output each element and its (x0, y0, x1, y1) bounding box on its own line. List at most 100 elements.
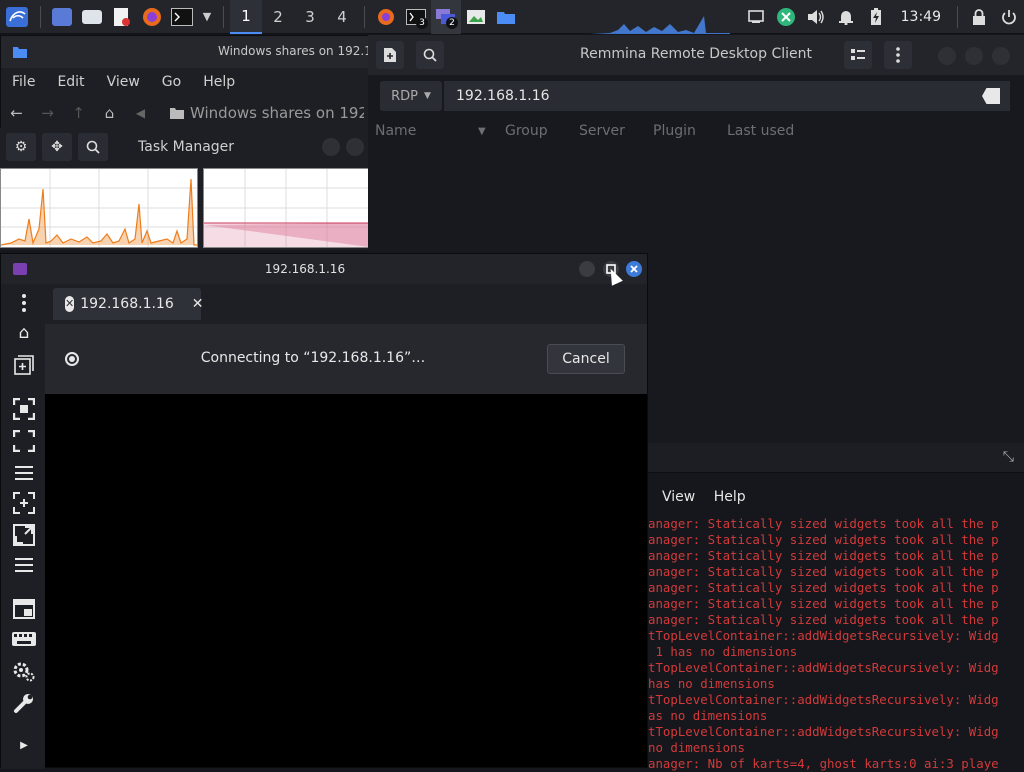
terminal-titlebar[interactable]: ⤡ (648, 443, 1024, 473)
log-line: anager: Statically sized widgets took al… (648, 564, 999, 579)
minimize-button[interactable] (938, 47, 956, 65)
connection-tab[interactable]: ✕ 192.168.1.16 ✕ (53, 288, 204, 320)
firefox-icon[interactable] (137, 0, 167, 34)
back-arrow-icon[interactable]: ← (1, 104, 32, 122)
minimize-button[interactable] (579, 261, 595, 277)
log-line: tTopLevelContainer::addWidgetsRecursivel… (648, 628, 999, 643)
cancel-button[interactable]: Cancel (547, 344, 625, 374)
connection-tab-strip: ✕ 192.168.1.16 ✕ (45, 284, 647, 324)
terminal-window-icon[interactable]: 3 (401, 0, 431, 34)
chevron-right-icon[interactable]: ▶ (11, 732, 37, 758)
kali-menu-icon[interactable] (0, 0, 34, 34)
new-tab-icon[interactable] (11, 352, 37, 378)
notifications-bell-icon[interactable] (831, 0, 861, 34)
remote-desktop-viewport[interactable] (45, 394, 647, 767)
firefox-window-icon[interactable] (371, 0, 401, 34)
column-plugin[interactable]: Plugin (653, 123, 696, 139)
menu-help[interactable]: Help (192, 74, 246, 90)
sort-chevron-icon[interactable]: ▼ (478, 126, 486, 137)
screen-icon[interactable] (741, 0, 771, 34)
column-group[interactable]: Group (505, 123, 548, 139)
menu-help[interactable]: Help (714, 489, 746, 505)
workspace-3[interactable]: 3 (294, 0, 326, 34)
up-arrow-icon[interactable]: ↑ (63, 104, 94, 122)
volume-icon[interactable] (801, 0, 831, 34)
file-manager-window: Windows shares on 192.168.1.16 File Edit… (0, 35, 418, 130)
menu-file[interactable]: File (1, 74, 46, 90)
main-menu-icon[interactable] (884, 41, 912, 69)
terminal-icon[interactable] (167, 0, 197, 34)
preferences-gears-icon[interactable] (11, 658, 37, 684)
log-line: 1 has no dimensions (648, 644, 798, 659)
task-manager-titlebar[interactable]: ⚙ ✥ Task Manager (0, 128, 370, 166)
folder-window-icon[interactable] (491, 0, 521, 34)
lock-icon[interactable] (964, 0, 994, 34)
chevron-down-icon[interactable]: ▼ (197, 0, 217, 34)
menu-dots-icon[interactable] (11, 290, 37, 316)
move-crosshair-icon[interactable]: ✥ (42, 133, 72, 161)
chevron-left-icon[interactable]: ◀ (125, 106, 156, 120)
column-name[interactable]: Name (375, 123, 416, 139)
log-line: has no dimensions (648, 676, 775, 691)
home-icon[interactable]: ⌂ (11, 320, 37, 346)
restore-arrows-icon[interactable]: ⤡ (1003, 449, 1014, 465)
task-manager-title: Task Manager (138, 139, 235, 155)
workspace-2[interactable]: 2 (262, 0, 294, 34)
menu-view[interactable]: View (662, 489, 695, 505)
clock[interactable]: 13:49 (891, 9, 951, 25)
forward-arrow-icon[interactable]: → (32, 104, 63, 122)
tab-label: 192.168.1.16 (80, 296, 174, 312)
menu-view[interactable]: View (96, 74, 151, 90)
files-icon[interactable] (77, 0, 107, 34)
network-manager-icon[interactable] (771, 0, 801, 34)
close-button[interactable] (992, 47, 1010, 65)
text-editor-icon[interactable] (107, 0, 137, 34)
fullscreen-icon[interactable] (11, 428, 37, 454)
server-address-value: 192.168.1.16 (456, 88, 550, 104)
log-line: anager: Statically sized widgets took al… (648, 548, 999, 563)
gear-icon[interactable]: ⚙ (6, 133, 36, 161)
dynamic-resolution-icon[interactable] (11, 490, 37, 516)
battery-charging-icon[interactable] (861, 0, 891, 34)
column-last-used[interactable]: Last used (727, 123, 794, 139)
view-list-icon[interactable] (844, 41, 872, 69)
power-icon[interactable] (994, 0, 1024, 34)
log-line: anager: Statically sized widgets took al… (648, 532, 999, 547)
menu-go[interactable]: Go (151, 74, 192, 90)
menu-lines-icon[interactable] (11, 552, 37, 578)
location-bar[interactable]: Windows shares on 192.168.1.16 (164, 100, 364, 126)
clear-text-icon[interactable] (982, 88, 1000, 104)
workspace-4[interactable]: 4 (326, 0, 358, 34)
close-button[interactable] (626, 261, 642, 277)
close-tab-icon[interactable]: ✕ (192, 296, 204, 312)
workspace-1[interactable]: 1 (230, 0, 262, 34)
terminal-menubar: View Help (662, 489, 760, 505)
scaled-mode-icon[interactable] (11, 522, 37, 548)
fit-window-icon[interactable] (11, 396, 37, 422)
protocol-select[interactable]: RDP ▼ (380, 81, 442, 111)
keyboard-icon[interactable] (11, 626, 37, 652)
multi-monitor-icon[interactable] (11, 596, 37, 622)
file-manager-navbar: ← → ↑ ⌂ ◀ Windows shares on 192.168.1.16 (1, 98, 373, 128)
maximize-button[interactable] (346, 138, 364, 156)
connection-titlebar[interactable]: 192.168.1.16 (1, 254, 647, 284)
terminal-log-output[interactable]: anager: Statically sized widgets took al… (648, 516, 1024, 772)
log-line: anager: Statically sized widgets took al… (648, 612, 999, 627)
image-viewer-icon[interactable] (461, 0, 491, 34)
tools-wrench-icon[interactable] (11, 690, 37, 716)
connection-toolbar: ⌂ ▶ (1, 284, 45, 769)
minimize-button[interactable] (322, 138, 340, 156)
server-address-input[interactable]: 192.168.1.16 (444, 81, 1010, 111)
remmina-titlebar[interactable]: Remmina Remote Desktop Client (368, 35, 1024, 75)
network-activity-graph (590, 16, 730, 34)
desktop-icon[interactable] (47, 0, 77, 34)
menu-lines-icon[interactable] (11, 460, 37, 486)
search-icon[interactable] (78, 133, 108, 161)
menu-edit[interactable]: Edit (46, 74, 95, 90)
home-icon[interactable]: ⌂ (94, 104, 125, 122)
remmina-window-icon[interactable]: 2 (431, 0, 461, 34)
column-server[interactable]: Server (579, 123, 625, 139)
log-line: tTopLevelContainer::addWidgetsRecursivel… (648, 692, 999, 707)
connection-title: 192.168.1.16 (264, 262, 346, 276)
maximize-button[interactable] (965, 47, 983, 65)
